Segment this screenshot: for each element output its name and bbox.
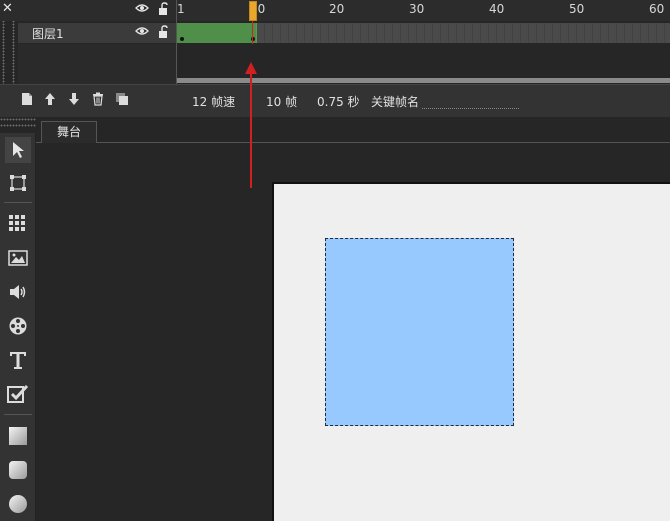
frame-count-display: 10 帧 xyxy=(266,95,298,109)
stage-tab-bar xyxy=(36,118,670,143)
ruler-label: 40 xyxy=(489,2,505,16)
ruler-label: 1 xyxy=(177,2,185,16)
tools-panel xyxy=(0,133,36,521)
film-reel-icon xyxy=(9,317,27,335)
sound-icon xyxy=(10,285,26,299)
keyframe-name-label: 关键帧名 xyxy=(371,95,420,109)
transform-icon xyxy=(10,175,26,191)
layer-row[interactable]: 图层1 xyxy=(18,23,176,43)
new-layer-icon[interactable] xyxy=(20,92,34,106)
selected-rectangle[interactable] xyxy=(325,238,514,426)
select-tool[interactable] xyxy=(5,137,31,163)
grip-left-2 xyxy=(12,20,15,84)
keyframe-name-input[interactable] xyxy=(422,108,519,109)
playhead-handle[interactable] xyxy=(249,1,257,21)
grip-tools-top-2 xyxy=(0,124,36,127)
timeline-header: ✕ 1 10 20 30 40 50 60 xyxy=(0,0,670,21)
rounded-rect-tool[interactable] xyxy=(5,457,31,483)
ruler-label: 20 xyxy=(329,2,345,16)
rounded-rect-icon xyxy=(9,461,27,479)
grid-icon xyxy=(9,215,25,231)
movie-clip-tool[interactable] xyxy=(5,313,31,339)
grip-left[interactable] xyxy=(2,20,5,84)
layer-eye-icon[interactable] xyxy=(135,26,149,36)
layer-name[interactable]: 图层1 xyxy=(32,25,64,42)
ruler-label: 50 xyxy=(569,2,585,16)
circle-tool[interactable] xyxy=(5,491,31,517)
grip-tools-top[interactable] xyxy=(0,118,36,121)
annotation-arrow-icon xyxy=(245,62,257,188)
grid-tool[interactable] xyxy=(5,211,31,237)
move-up-icon[interactable] xyxy=(43,92,57,106)
keyframe-dot[interactable] xyxy=(180,37,184,41)
select-icon xyxy=(13,142,24,158)
image-tool[interactable] xyxy=(5,245,31,271)
circle-icon xyxy=(9,495,27,513)
checkbox-tool[interactable] xyxy=(5,381,31,407)
duplicate-layer-icon[interactable] xyxy=(115,92,129,106)
ruler-label: 30 xyxy=(409,2,425,16)
close-icon[interactable]: ✕ xyxy=(2,1,14,17)
layer-lock-icon[interactable] xyxy=(158,25,170,39)
duration-display: 0.75 秒 xyxy=(317,95,360,109)
fps-display[interactable]: 12 帧速 xyxy=(192,93,235,110)
eye-icon[interactable] xyxy=(135,3,149,13)
image-icon xyxy=(8,250,28,266)
tab-stage[interactable]: 舞台 xyxy=(41,121,97,143)
layer-list-empty xyxy=(18,44,176,84)
transform-tool[interactable] xyxy=(5,170,31,196)
sound-tool[interactable] xyxy=(5,279,31,305)
move-down-icon[interactable] xyxy=(67,92,81,106)
checkbox-icon xyxy=(7,384,29,403)
trash-icon[interactable] xyxy=(91,92,105,106)
ruler-label: 60 xyxy=(649,2,665,16)
lock-icon[interactable] xyxy=(158,2,170,16)
rectangle-tool[interactable] xyxy=(5,423,31,449)
frames-span[interactable] xyxy=(177,23,257,43)
text-icon xyxy=(10,352,26,369)
text-tool[interactable] xyxy=(5,347,31,373)
playhead-line xyxy=(252,21,253,44)
rect-shape-icon xyxy=(9,427,27,445)
